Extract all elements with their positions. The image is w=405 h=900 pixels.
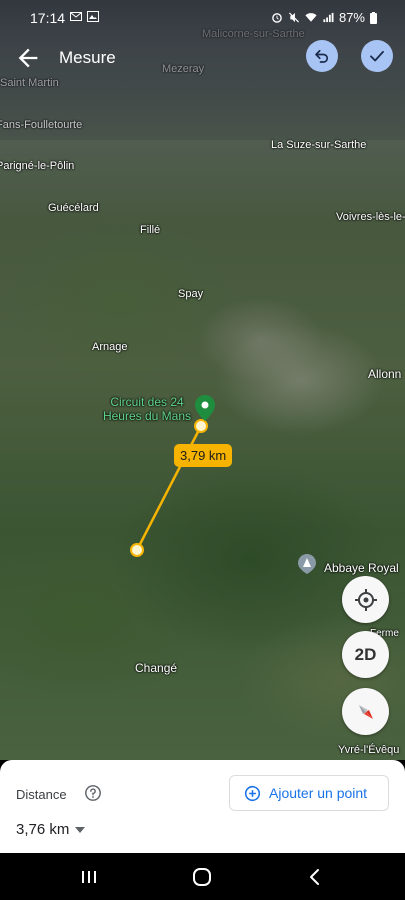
measure-distance-label: 3,79 km [174,444,233,467]
my-location-icon [354,588,377,611]
view-2d-button[interactable]: 2D [342,631,389,678]
top-toolbar: Mesure [0,38,405,82]
arrow-back-icon[interactable] [14,44,42,72]
wifi-icon [305,13,317,22]
compass-icon [358,704,373,719]
recent-apps-icon[interactable] [77,865,101,889]
done-button[interactable] [361,40,393,72]
battery-percentage: 87% [338,10,365,25]
signal-icon [323,12,334,23]
add-point-label: Ajouter un point [269,785,368,801]
home-icon[interactable] [190,865,214,889]
system-nav-bar [0,853,405,900]
distance-title: Distance [16,787,67,802]
measure-point-end[interactable] [130,543,144,557]
view-2d-label: 2D [354,644,377,664]
mute-icon [288,12,299,23]
status-time: 17:14 [30,10,66,26]
chevron-down-icon [75,826,86,833]
distance-dropdown[interactable]: 3,76 km [16,821,86,838]
poi-icon[interactable] [298,554,316,574]
distance-value: 3,76 km [16,821,70,838]
back-nav-icon[interactable] [303,865,327,889]
measure-point-start[interactable] [194,419,208,433]
location-pin-icon[interactable] [195,395,215,421]
undo-icon [315,49,329,63]
my-location-button[interactable] [342,576,389,623]
undo-button[interactable] [306,40,338,72]
bottom-sheet: Distance 3,76 km Ajouter un point [0,760,405,853]
mail-icon [70,12,82,21]
check-icon [370,50,384,62]
image-icon [87,11,99,22]
add-point-button[interactable]: Ajouter un point [229,775,389,811]
status-bar: 17:14 87% [0,0,405,36]
alarm-icon [272,13,282,23]
page-title: Mesure [59,48,116,67]
add-circle-icon [244,785,261,801]
battery-icon [370,11,377,24]
compass-button[interactable] [342,688,389,735]
help-icon[interactable] [84,784,102,802]
